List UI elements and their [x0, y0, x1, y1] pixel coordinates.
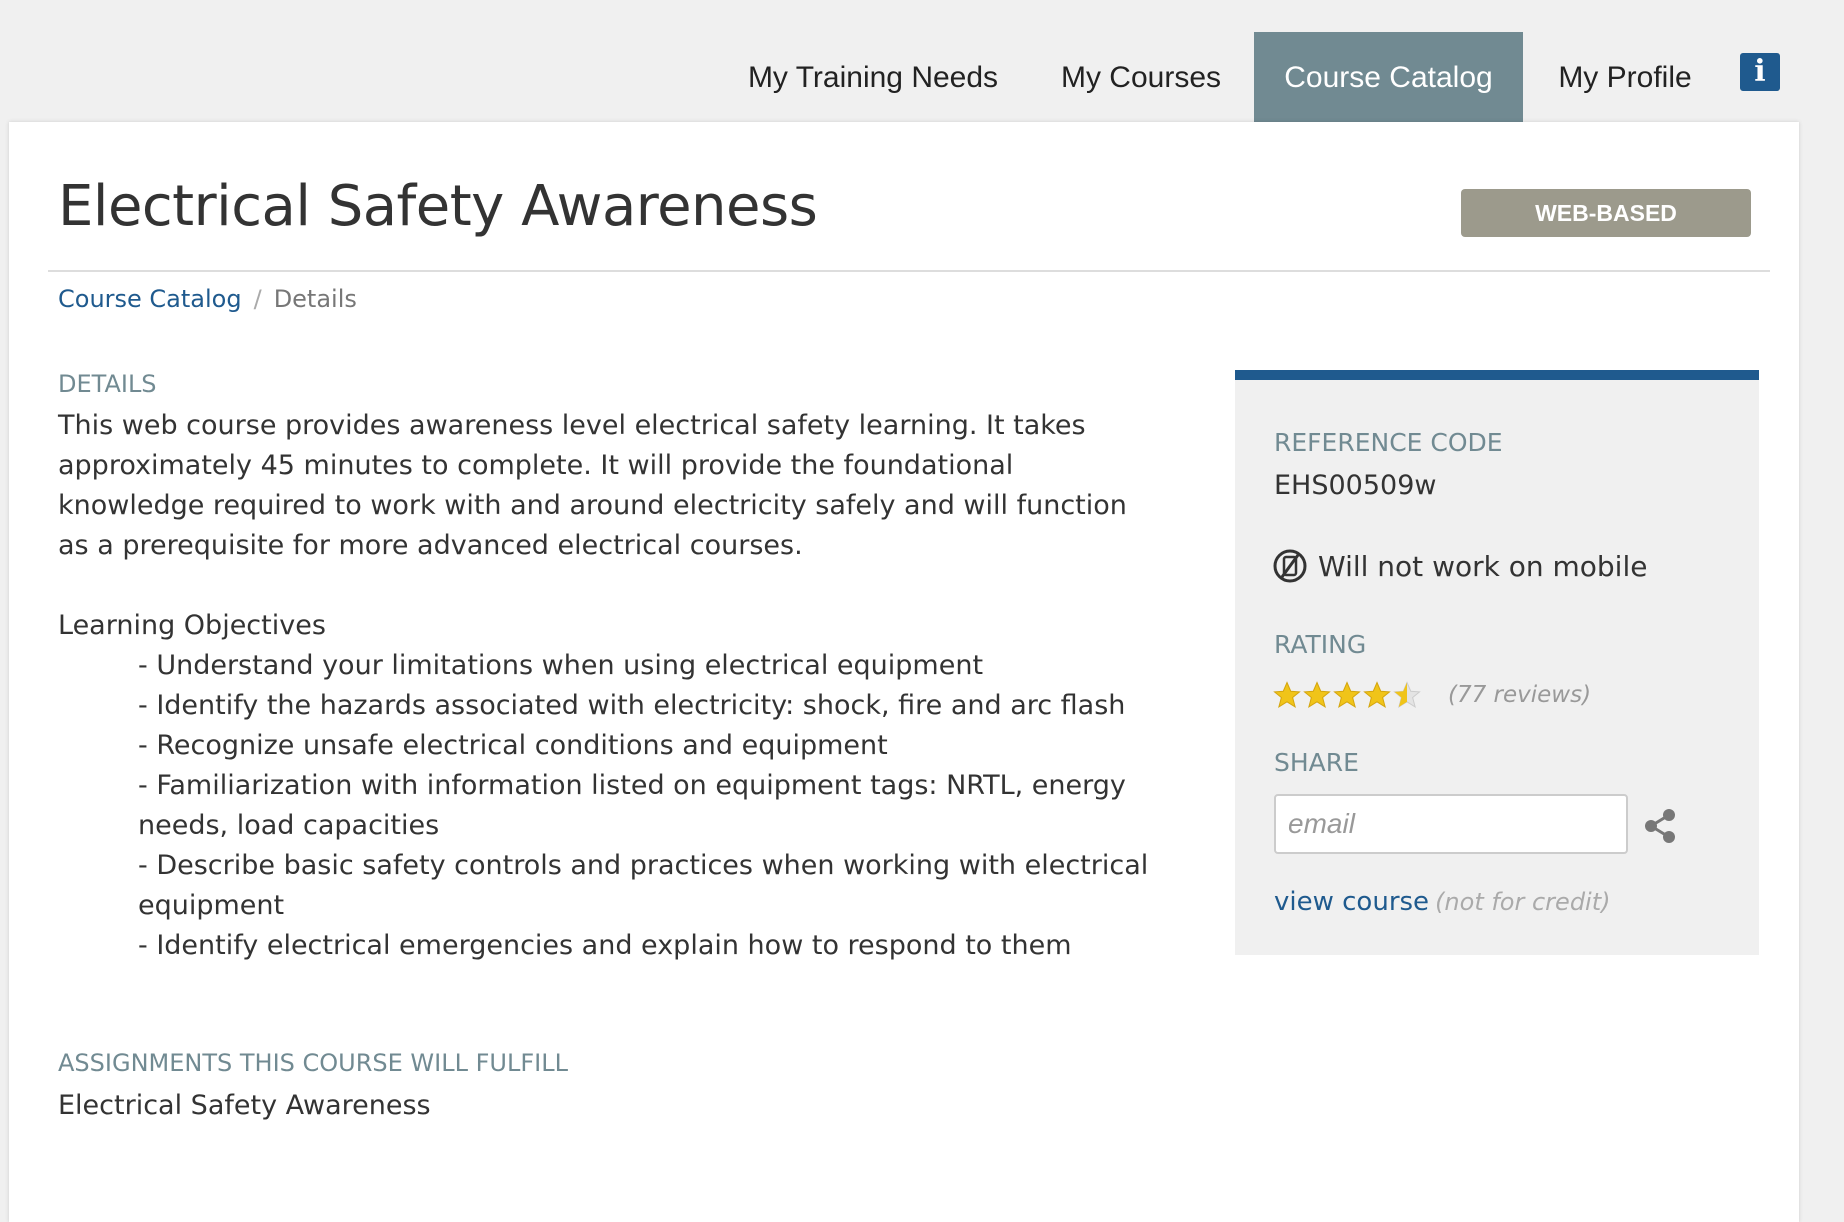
reference-code-value: EHS00509w	[1274, 470, 1437, 501]
assignment-value: Electrical Safety Awareness	[58, 1090, 431, 1121]
objective-item: - Identify the hazards associated with e…	[138, 690, 1126, 721]
mobile-warning: Will not work on mobile	[1272, 548, 1647, 584]
details-heading: DETAILS	[58, 370, 157, 398]
share-email-input[interactable]	[1274, 794, 1628, 854]
not-for-credit-note: (not for credit)	[1435, 888, 1611, 916]
half-star-icon	[1393, 681, 1421, 708]
course-detail-card: Electrical Safety Awareness WEB-BASED Co…	[9, 122, 1799, 1222]
objective-item: - Recognize unsafe electrical conditions…	[138, 730, 888, 761]
objective-item: - Familiarization with information liste…	[138, 770, 1126, 841]
top-nav: My Training Needs My Courses Course Cata…	[0, 32, 1844, 142]
view-course-row: view course (not for credit)	[1274, 887, 1611, 917]
rating-label: RATING	[1274, 630, 1367, 659]
objective-item: - Understand your limitations when using…	[138, 650, 984, 681]
reference-code-label: REFERENCE CODE	[1274, 428, 1503, 457]
page-title: Electrical Safety Awareness	[58, 174, 818, 239]
objective-item: - Describe basic safety controls and pra…	[138, 850, 1149, 921]
breadcrumb-link-course-catalog[interactable]: Course Catalog	[58, 285, 242, 313]
course-type-badge: WEB-BASED	[1461, 189, 1751, 237]
share-icon[interactable]	[1642, 806, 1678, 846]
star-icon	[1273, 681, 1301, 708]
nav-tab-my-profile[interactable]: My Profile	[1544, 32, 1706, 122]
nav-tab-my-courses[interactable]: My Courses	[1046, 32, 1236, 122]
nav-tab-my-training-needs[interactable]: My Training Needs	[738, 32, 1008, 122]
details-description: This web course provides awareness level…	[58, 410, 1127, 561]
assignments-heading: ASSIGNMENTS THIS COURSE WILL FULFILL	[58, 1049, 568, 1077]
star-icon	[1363, 681, 1391, 708]
share-label: SHARE	[1274, 748, 1359, 777]
star-icon	[1303, 681, 1331, 708]
no-mobile-icon	[1273, 549, 1307, 583]
review-count: (77 reviews)	[1448, 682, 1592, 708]
rating-stars: (77 reviews)	[1272, 680, 1591, 710]
view-course-link[interactable]: view course	[1274, 887, 1429, 917]
course-sidebar: REFERENCE CODE EHS00509w Will not work o…	[1235, 370, 1759, 955]
breadcrumb: Course Catalog / Details	[58, 285, 357, 313]
title-divider	[48, 270, 1770, 272]
nav-tab-course-catalog[interactable]: Course Catalog	[1254, 32, 1523, 142]
mobile-warning-text: Will not work on mobile	[1318, 549, 1648, 583]
objective-item: - Identify electrical emergencies and ex…	[138, 930, 1072, 961]
breadcrumb-separator: /	[253, 285, 262, 313]
breadcrumb-current: Details	[273, 285, 357, 313]
objectives-list: - Understand your limitations when using…	[138, 646, 1158, 966]
info-icon[interactable]: i	[1740, 53, 1780, 91]
star-icon	[1333, 681, 1361, 708]
objectives-heading: Learning Objectives	[58, 610, 326, 641]
